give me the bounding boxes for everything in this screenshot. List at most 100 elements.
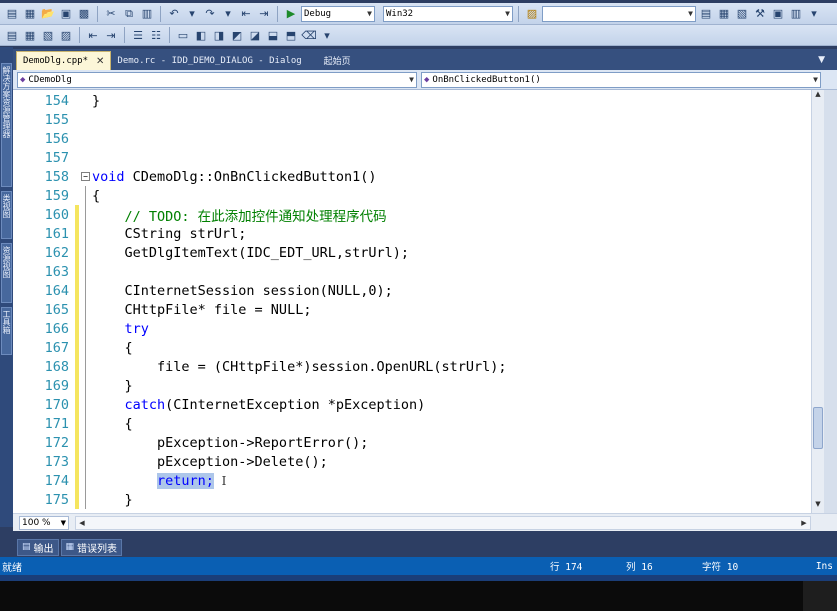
next-bookmark-icon[interactable]: ◨	[211, 27, 227, 43]
code-text: {	[91, 188, 100, 204]
scroll-down-icon[interactable]: ▼	[812, 500, 824, 513]
code-line[interactable]: 168 file = (CHttpFile*)session.OpenURL(s…	[13, 357, 811, 376]
minus-icon[interactable]: −	[81, 172, 90, 181]
scroll-up-icon[interactable]: ▲	[812, 90, 824, 103]
next-bookmark-folder-icon[interactable]: ◪	[247, 27, 263, 43]
editor-splitter[interactable]	[824, 90, 837, 513]
toolbar-separator	[160, 5, 161, 22]
code-line[interactable]: 161 CString strUrl;	[13, 224, 811, 243]
display-quick-info-icon[interactable]: ▧	[40, 27, 56, 43]
copy-icon[interactable]: ⧉	[121, 6, 137, 22]
member-combo[interactable]: ◆ OnBnClickedButton1() ▼	[421, 71, 821, 88]
code-line[interactable]: 166 try	[13, 319, 811, 338]
zoom-combo[interactable]: 100 % ▼	[19, 515, 69, 530]
scroll-left-icon[interactable]: ◀	[76, 517, 88, 529]
code-line[interactable]: 175 }	[13, 490, 811, 509]
code-token: {	[92, 339, 133, 356]
code-line[interactable]: 171 {	[13, 414, 811, 433]
navigate-backward-icon[interactable]: ⇤	[238, 6, 254, 22]
code-line[interactable]: 154}	[13, 91, 811, 110]
code-line[interactable]: 159 {	[13, 186, 811, 205]
start-debugging-icon[interactable]: ▶	[283, 6, 299, 22]
previous-bookmark-icon[interactable]: ◧	[193, 27, 209, 43]
clear-bookmarks-icon[interactable]: ⌫	[301, 27, 317, 43]
toolbar-options-icon[interactable]: ▾	[319, 27, 335, 43]
change-marker	[75, 243, 79, 262]
code-line[interactable]: 157	[13, 148, 811, 167]
display-parameter-info-icon[interactable]: ▦	[22, 27, 38, 43]
save-all-icon[interactable]: ▩	[76, 6, 92, 22]
code-line[interactable]: 163	[13, 262, 811, 281]
find-in-files-icon[interactable]: ▨	[524, 6, 540, 22]
paste-icon[interactable]: ▥	[139, 6, 155, 22]
solution-configuration-combo[interactable]: Debug ▼	[301, 5, 375, 22]
side-tab-toolbox[interactable]: 工具箱	[1, 307, 12, 355]
code-line[interactable]: 164 CInternetSession session(NULL,0);	[13, 281, 811, 300]
code-text-area[interactable]: 154} 155 156 157 158− void CDemoDlg::OnBnClic…	[13, 90, 811, 513]
display-word-completion-icon[interactable]: ▨	[58, 27, 74, 43]
outline-line	[85, 414, 86, 433]
line-number: 169	[44, 377, 69, 394]
display-object-member-list-icon[interactable]: ▤	[4, 27, 20, 43]
redo-icon[interactable]: ↷	[202, 6, 218, 22]
comment-out-icon[interactable]: ☰	[130, 27, 146, 43]
new-project-icon[interactable]: ▤	[4, 6, 20, 22]
tab-list-dropdown-icon[interactable]: ▼	[818, 55, 825, 65]
tab-demo-rc-dialog[interactable]: Demo.rc - IDD_DEMO_DIALOG - Dialog	[111, 51, 307, 70]
code-line[interactable]: 165 CHttpFile* file = NULL;	[13, 300, 811, 319]
code-line[interactable]: 167 {	[13, 338, 811, 357]
code-line[interactable]: 169 }	[13, 376, 811, 395]
collapse-outline-icon[interactable]: −	[81, 167, 91, 186]
previous-bookmark-document-icon[interactable]: ⬓	[265, 27, 281, 43]
add-item-icon[interactable]: ▦	[22, 6, 38, 22]
next-bookmark-document-icon[interactable]: ⬒	[283, 27, 299, 43]
code-line[interactable]: 158 − void CDemoDlg::OnBnClickedButton1()	[13, 167, 811, 186]
code-text: }	[91, 378, 133, 394]
navigate-forward-icon[interactable]: ⇥	[256, 6, 272, 22]
tab-start-page[interactable]: 起始页	[318, 51, 357, 70]
save-icon[interactable]: ▣	[58, 6, 74, 22]
scroll-thumb[interactable]	[813, 407, 823, 449]
start-page-icon[interactable]: ▣	[770, 6, 786, 22]
scroll-right-icon[interactable]: ▶	[798, 517, 810, 529]
undo-icon[interactable]: ↶	[166, 6, 182, 22]
code-line[interactable]: 160 // TODO: 在此添加控件通知处理程序代码	[13, 205, 811, 225]
solution-platform-combo[interactable]: Win32 ▼	[383, 5, 513, 22]
redo-dropdown-icon[interactable]: ▾	[220, 6, 236, 22]
properties-icon[interactable]: ▦	[716, 6, 732, 22]
code-line[interactable]: 173 pException->Delete();	[13, 452, 811, 471]
toolbar-options-icon[interactable]: ▾	[806, 6, 822, 22]
code-line[interactable]: 162 GetDlgItemText(IDC_EDT_URL,strUrl);	[13, 243, 811, 262]
toggle-bookmark-icon[interactable]: ▭	[175, 27, 191, 43]
code-line[interactable]: 155	[13, 110, 811, 129]
vertical-scrollbar[interactable]: ▲ ▼	[811, 90, 824, 513]
decrease-indent-icon[interactable]: ⇤	[85, 27, 101, 43]
tab-output[interactable]: ▤ 输出	[17, 538, 59, 556]
side-tab-class-view[interactable]: 类视图	[1, 191, 12, 239]
horizontal-scrollbar[interactable]: ◀ ▶	[75, 515, 811, 530]
code-line[interactable]: 156	[13, 129, 811, 148]
uncomment-icon[interactable]: ☷	[148, 27, 164, 43]
close-icon[interactable]: ✕	[96, 56, 104, 67]
outline-guide	[81, 281, 91, 300]
open-folder-icon[interactable]: 📂	[40, 6, 56, 22]
toolbox-icon[interactable]: ⚒	[752, 6, 768, 22]
code-line[interactable]: 170 catch(CInternetException *pException…	[13, 395, 811, 414]
undo-dropdown-icon[interactable]: ▾	[184, 6, 200, 22]
class-combo[interactable]: ◆ CDemoDlg ▼	[17, 71, 417, 88]
increase-indent-icon[interactable]: ⇥	[103, 27, 119, 43]
object-browser-icon[interactable]: ▧	[734, 6, 750, 22]
code-line[interactable]: 174 return; I	[13, 471, 811, 490]
code-text: catch(CInternetException *pException)	[91, 397, 426, 413]
tab-error-list[interactable]: ▦ 错误列表	[60, 538, 123, 556]
solution-explorer-icon[interactable]: ▤	[698, 6, 714, 22]
cut-icon[interactable]: ✂	[103, 6, 119, 22]
extension-manager-icon[interactable]: ▥	[788, 6, 804, 22]
side-tab-solution-explorer[interactable]: 解决方案资源管理器	[1, 63, 12, 187]
outline-line	[85, 452, 86, 471]
code-line[interactable]: 172 pException->ReportError();	[13, 433, 811, 452]
side-tab-resource-view[interactable]: 资源视图	[1, 243, 12, 303]
previous-bookmark-folder-icon[interactable]: ◩	[229, 27, 245, 43]
find-combo[interactable]: ▼	[542, 5, 696, 22]
tab-demodlg-cpp[interactable]: DemoDlg.cpp* ✕	[16, 51, 112, 70]
